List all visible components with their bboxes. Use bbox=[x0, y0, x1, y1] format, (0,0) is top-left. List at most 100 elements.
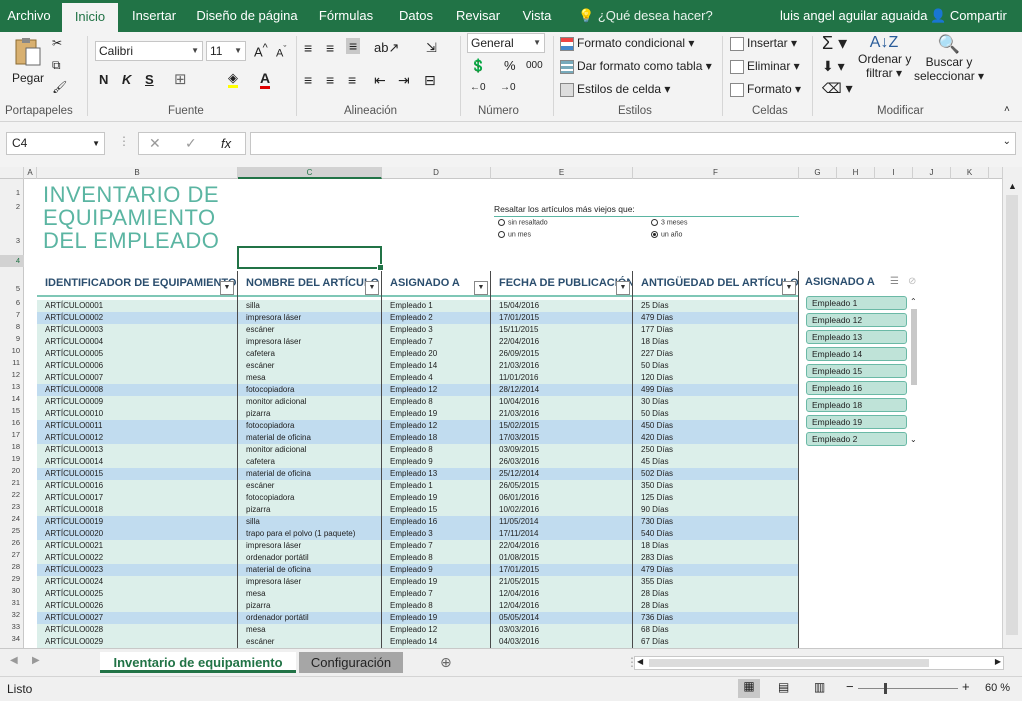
table-cell[interactable]: Empleado 19 bbox=[382, 576, 491, 588]
row-header[interactable]: 20 bbox=[0, 465, 24, 477]
row-header[interactable]: 19 bbox=[0, 453, 24, 465]
table-cell[interactable]: Empleado 12 bbox=[382, 384, 491, 396]
row-header[interactable]: 3 bbox=[0, 235, 24, 247]
table-row[interactable]: ARTÍCULO0016 escáner Empleado 1 26/05/2015 3… bbox=[37, 480, 799, 492]
multi-select-icon[interactable]: ☰ bbox=[890, 276, 899, 287]
table-row[interactable]: ARTÍCULO0001 silla Empleado 1 15/04/2016 25 … bbox=[37, 300, 799, 312]
table-cell[interactable]: 420 Días bbox=[633, 432, 799, 444]
tab-archivo[interactable]: Archivo bbox=[0, 0, 58, 32]
currency-icon[interactable]: 💲 bbox=[470, 58, 486, 74]
table-cell[interactable]: ARTÍCULO0004 bbox=[37, 336, 238, 348]
table-cell[interactable]: 730 Días bbox=[633, 516, 799, 528]
table-cell[interactable]: ARTÍCULO0006 bbox=[37, 360, 238, 372]
row-header[interactable]: 5 bbox=[0, 283, 24, 295]
column-header[interactable]: D bbox=[382, 167, 491, 179]
share-button[interactable]: 👤 Compartir bbox=[930, 0, 1007, 32]
table-cell[interactable]: 45 Días bbox=[633, 456, 799, 468]
row-header[interactable]: 15 bbox=[0, 405, 24, 417]
table-cell[interactable]: 502 Días bbox=[633, 468, 799, 480]
thousands-button[interactable]: 000 bbox=[526, 60, 543, 71]
percent-button[interactable]: % bbox=[504, 58, 516, 73]
table-row[interactable]: ARTÍCULO0014 cafetera Empleado 9 26/03/2016… bbox=[37, 456, 799, 468]
table-cell[interactable]: Empleado 4 bbox=[382, 372, 491, 384]
bold-button[interactable]: N bbox=[99, 72, 108, 87]
row-header[interactable]: 27 bbox=[0, 549, 24, 561]
table-cell[interactable]: Empleado 9 bbox=[382, 456, 491, 468]
table-cell[interactable]: 15/04/2016 bbox=[491, 300, 633, 312]
table-cell[interactable]: cafetera bbox=[238, 348, 382, 360]
active-cell-selection[interactable] bbox=[237, 246, 384, 271]
row-header[interactable]: 11 bbox=[0, 357, 24, 369]
table-cell[interactable]: ARTÍCULO0023 bbox=[37, 564, 238, 576]
find-select-button[interactable]: 🔍 Buscar y seleccionar ▾ bbox=[914, 34, 984, 83]
tab-inicio[interactable]: Inicio bbox=[62, 3, 118, 32]
table-cell[interactable]: silla bbox=[238, 300, 382, 312]
table-cell[interactable]: escáner bbox=[238, 636, 382, 648]
user-name[interactable]: luis angel aguilar aguaida bbox=[780, 0, 927, 32]
table-cell[interactable]: 11/05/2014 bbox=[491, 516, 633, 528]
table-cell[interactable]: fotocopiadora bbox=[238, 420, 382, 432]
column-header[interactable]: K bbox=[951, 167, 989, 179]
table-row[interactable]: ARTÍCULO0015 material de oficina Empleado … bbox=[37, 468, 799, 480]
tab-diseno-pagina[interactable]: Diseño de página bbox=[192, 0, 302, 32]
table-cell[interactable]: Empleado 2 bbox=[382, 312, 491, 324]
grow-font-icon[interactable]: A^ bbox=[254, 42, 268, 59]
table-cell[interactable]: cafetera bbox=[238, 456, 382, 468]
table-cell[interactable]: ARTÍCULO0018 bbox=[37, 504, 238, 516]
table-cell[interactable]: 479 Días bbox=[633, 564, 799, 576]
paste-button[interactable]: Pegar bbox=[10, 36, 46, 85]
table-row[interactable]: ARTÍCULO0004 impresora láser Empleado 7 22/… bbox=[37, 336, 799, 348]
select-all-corner[interactable] bbox=[0, 167, 24, 179]
table-cell[interactable]: ARTÍCULO0022 bbox=[37, 552, 238, 564]
filter-dropdown-id[interactable]: ▼ bbox=[220, 281, 234, 295]
table-row[interactable]: ARTÍCULO0024 impresora láser Empleado 19 21… bbox=[37, 576, 799, 588]
table-cell[interactable]: 28 Días bbox=[633, 588, 799, 600]
sort-filter-button[interactable]: A↓Z Ordenar y filtrar ▾ bbox=[858, 34, 911, 80]
table-cell[interactable]: Empleado 3 bbox=[382, 324, 491, 336]
table-row[interactable]: ARTÍCULO0029 escáner Empleado 14 04/03/2016… bbox=[37, 636, 799, 648]
tab-insertar[interactable]: Insertar bbox=[124, 0, 184, 32]
increase-indent-icon[interactable]: ⇥ bbox=[398, 72, 410, 89]
row-header[interactable]: 22 bbox=[0, 489, 24, 501]
table-cell[interactable]: ARTÍCULO0024 bbox=[37, 576, 238, 588]
row-header[interactable]: 6 bbox=[0, 297, 24, 309]
tab-revisar[interactable]: Revisar bbox=[450, 0, 506, 32]
table-cell[interactable]: 11/01/2016 bbox=[491, 372, 633, 384]
table-cell[interactable]: 450 Días bbox=[633, 420, 799, 432]
table-cell[interactable]: 28 Días bbox=[633, 600, 799, 612]
table-row[interactable]: ARTÍCULO0011 fotocopiadora Empleado 12 15/0… bbox=[37, 420, 799, 432]
tab-formulas[interactable]: Fórmulas bbox=[310, 0, 382, 32]
table-row[interactable]: ARTÍCULO0017 fotocopiadora Empleado 19 06/0… bbox=[37, 492, 799, 504]
table-row[interactable]: ARTÍCULO0008 fotocopiadora Empleado 12 28/1… bbox=[37, 384, 799, 396]
table-cell[interactable]: 17/03/2015 bbox=[491, 432, 633, 444]
tab-datos[interactable]: Datos bbox=[390, 0, 442, 32]
table-cell[interactable]: fotocopiadora bbox=[238, 384, 382, 396]
filter-dropdown-age[interactable]: ▼ bbox=[782, 281, 796, 295]
table-cell[interactable]: ARTÍCULO0008 bbox=[37, 384, 238, 396]
filter-dropdown-date[interactable]: ▼ bbox=[616, 281, 630, 295]
enter-icon[interactable]: ✓ bbox=[185, 135, 197, 152]
font-color-icon[interactable]: A bbox=[260, 70, 271, 89]
table-cell[interactable]: ARTÍCULO0017 bbox=[37, 492, 238, 504]
table-cell[interactable]: ARTÍCULO0003 bbox=[37, 324, 238, 336]
table-cell[interactable]: 25/12/2014 bbox=[491, 468, 633, 480]
table-cell[interactable]: 17/01/2015 bbox=[491, 564, 633, 576]
table-cell[interactable]: 22/04/2016 bbox=[491, 336, 633, 348]
row-header[interactable]: 10 bbox=[0, 345, 24, 357]
table-cell[interactable]: 03/03/2016 bbox=[491, 624, 633, 636]
row-header[interactable]: 26 bbox=[0, 537, 24, 549]
table-cell[interactable]: Empleado 12 bbox=[382, 420, 491, 432]
format-as-table-button[interactable]: Dar formato como tabla ▾ bbox=[560, 59, 712, 74]
scroll-thumb[interactable] bbox=[649, 659, 929, 667]
table-cell[interactable]: ARTÍCULO0014 bbox=[37, 456, 238, 468]
table-cell[interactable]: 25 Días bbox=[633, 300, 799, 312]
table-cell[interactable]: ARTÍCULO0025 bbox=[37, 588, 238, 600]
table-cell[interactable]: ARTÍCULO0027 bbox=[37, 612, 238, 624]
table-cell[interactable]: 15/11/2015 bbox=[491, 324, 633, 336]
table-cell[interactable]: monitor adicional bbox=[238, 444, 382, 456]
table-cell[interactable]: 67 Días bbox=[633, 636, 799, 648]
table-cell[interactable]: Empleado 14 bbox=[382, 636, 491, 648]
table-cell[interactable]: ARTÍCULO0029 bbox=[37, 636, 238, 648]
row-header[interactable]: 28 bbox=[0, 561, 24, 573]
table-cell[interactable]: ARTÍCULO0016 bbox=[37, 480, 238, 492]
